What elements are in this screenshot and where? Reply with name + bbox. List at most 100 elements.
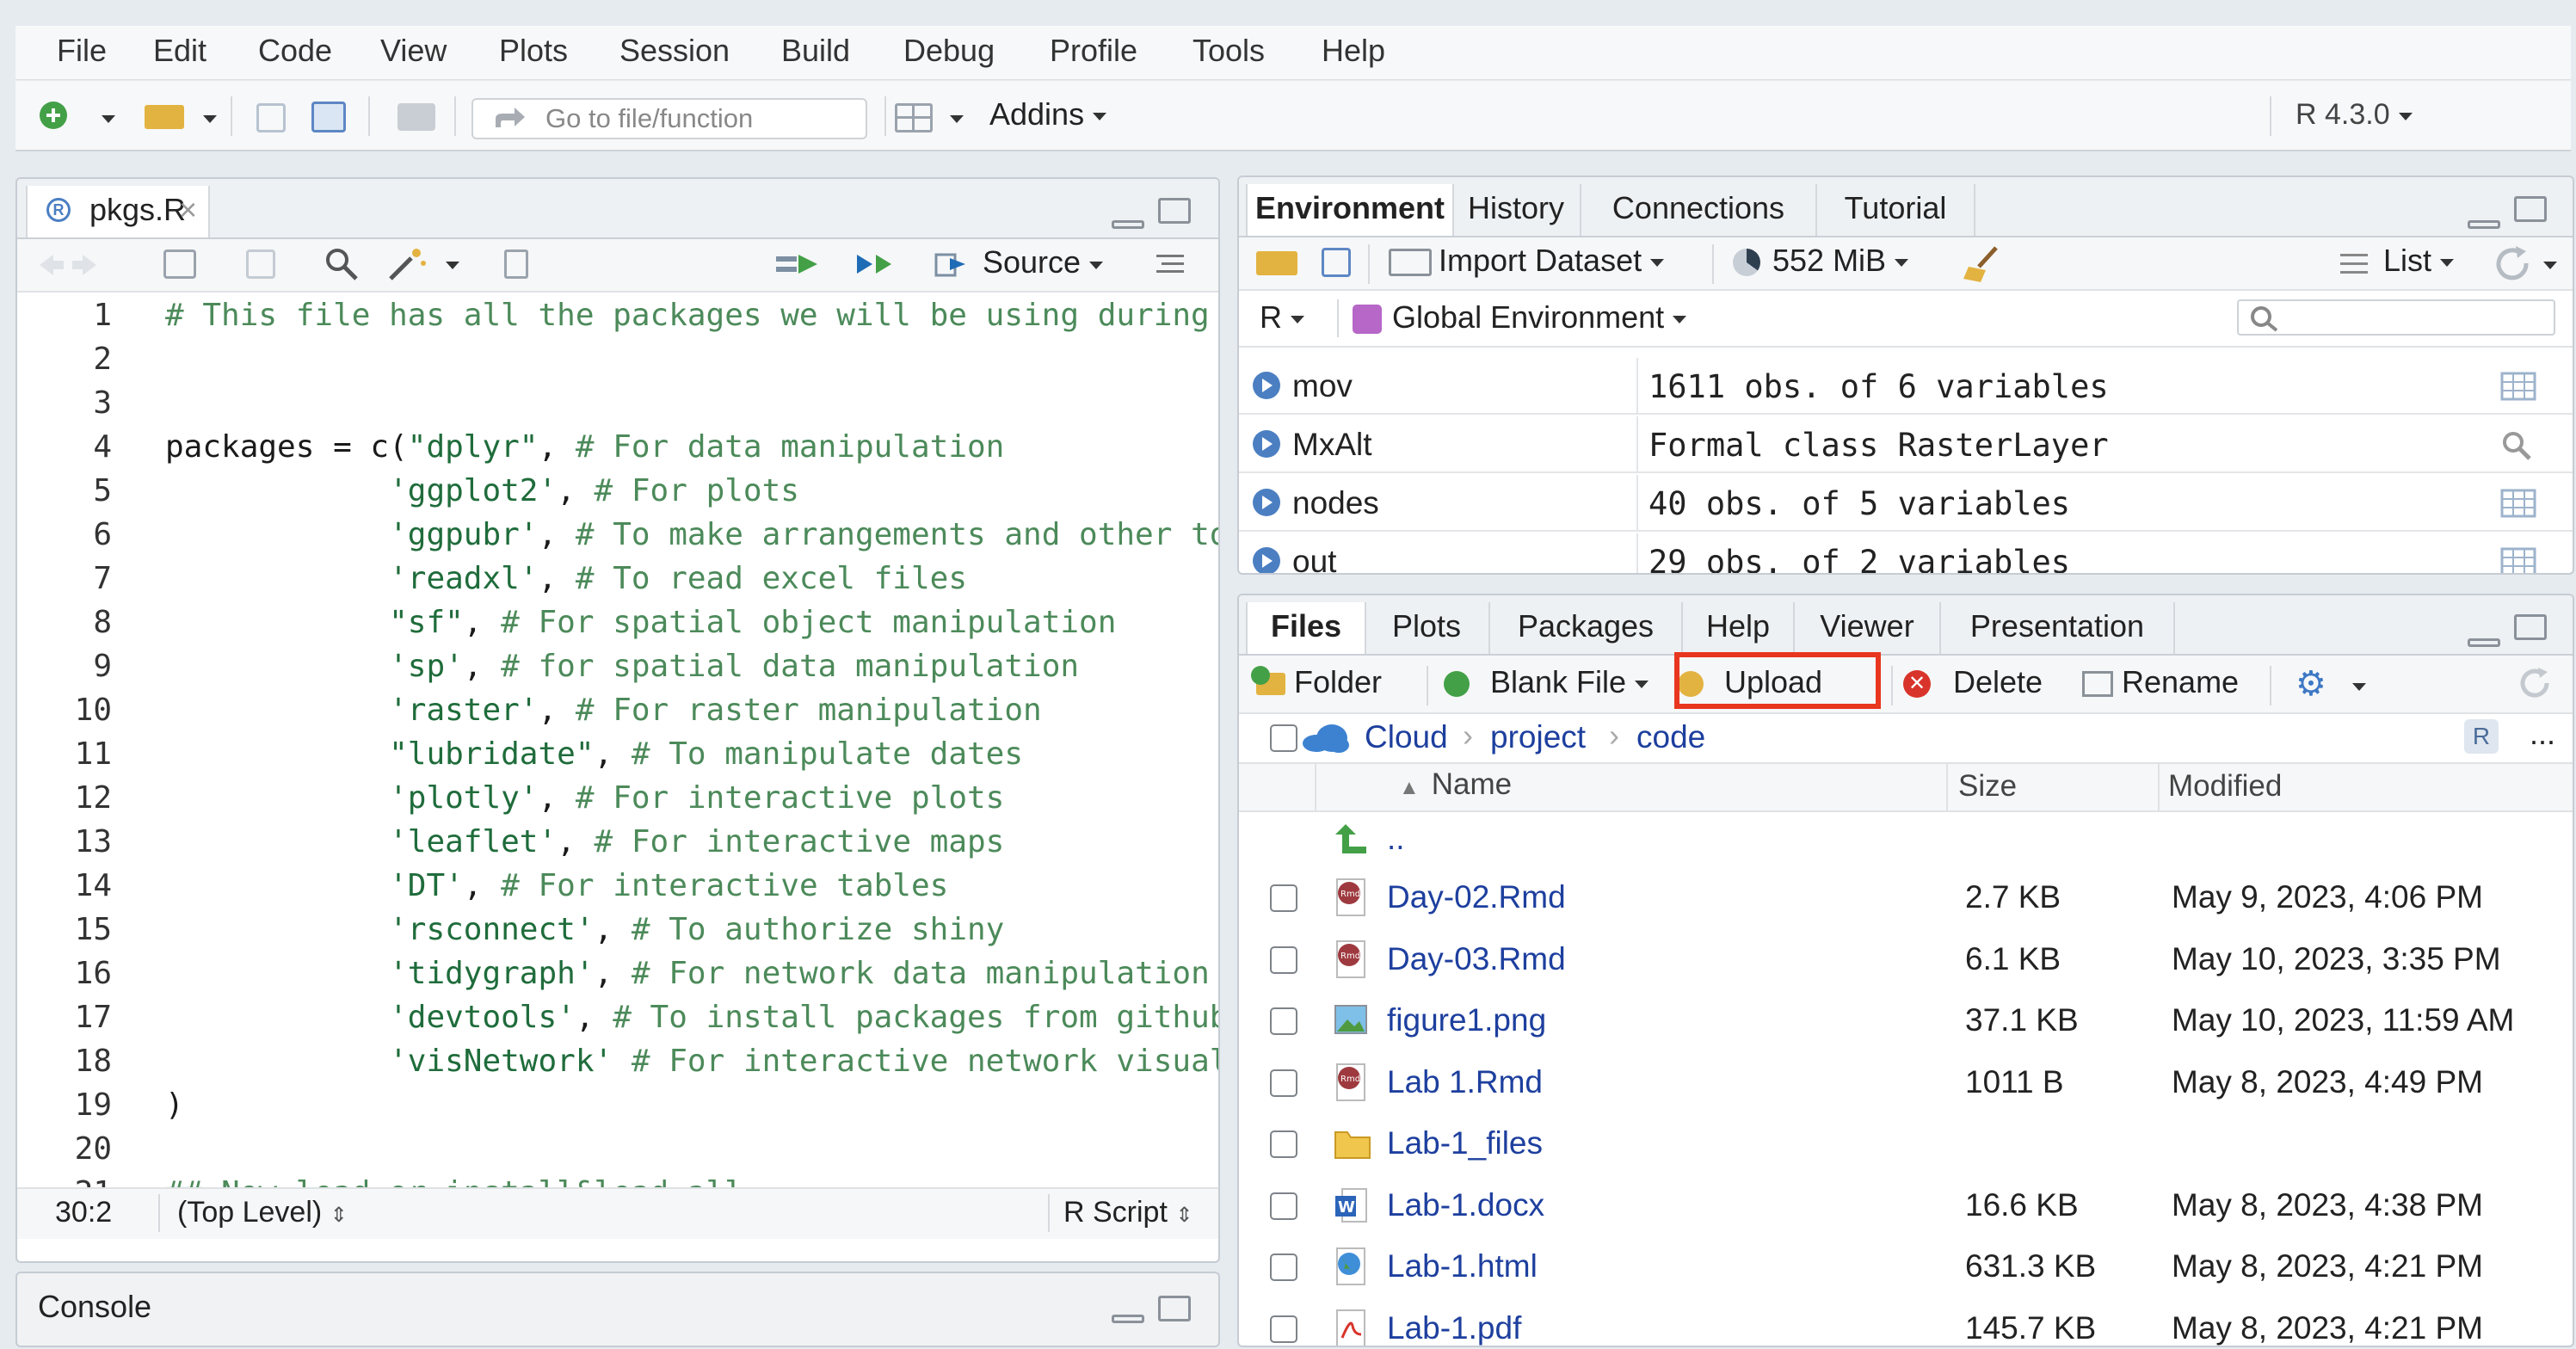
console-minimize-icon[interactable] — [1112, 1299, 1144, 1323]
delete-button[interactable]: ✕ Delete — [1903, 664, 2043, 700]
file-name-link[interactable]: Lab-1.pdf — [1387, 1310, 1521, 1346]
menu-debug[interactable]: Debug — [903, 33, 995, 69]
code-tools-wand-icon[interactable] — [385, 246, 428, 284]
close-tab-icon[interactable]: × — [179, 186, 197, 234]
file-type-selector[interactable]: R Script ⇕ — [1063, 1196, 1192, 1229]
tab-history[interactable]: History — [1452, 184, 1581, 236]
file-row[interactable]: figure1.png 37.1 KB May 10, 2023, 11:59 AM — [1239, 994, 2573, 1052]
file-checkbox[interactable] — [1270, 1069, 1297, 1097]
file-name-link[interactable]: figure1.png — [1387, 1002, 1546, 1038]
tab-tutorial[interactable]: Tutorial — [1817, 184, 1975, 236]
file-name-link[interactable]: Lab-1.html — [1387, 1248, 1538, 1284]
source-dropdown-icon[interactable] — [1089, 262, 1103, 269]
refresh-dropdown-icon[interactable] — [2543, 262, 2557, 269]
show-in-window-icon[interactable] — [163, 249, 196, 279]
save-icon[interactable] — [256, 103, 286, 132]
tab-presentation[interactable]: Presentation — [1941, 602, 2175, 654]
select-all-checkbox[interactable] — [1270, 724, 1297, 752]
back-forward-icon[interactable] — [38, 251, 98, 279]
expand-icon[interactable] — [1253, 489, 1280, 516]
expand-icon[interactable] — [1253, 430, 1280, 458]
minimize-pane-icon[interactable] — [1112, 205, 1144, 229]
file-name-link[interactable]: Day-03.Rmd — [1387, 941, 1566, 977]
view-data-grid-icon[interactable] — [2500, 489, 2536, 526]
tab-packages[interactable]: Packages — [1490, 602, 1683, 654]
goto-file-input[interactable]: Go to file/function — [471, 98, 867, 139]
new-folder-button[interactable]: Folder — [1251, 664, 1382, 700]
pane-layout-dropdown-icon[interactable] — [950, 115, 964, 123]
blank-file-button[interactable]: Blank File — [1444, 664, 1649, 700]
expand-icon[interactable] — [1253, 547, 1280, 573]
file-checkbox[interactable] — [1270, 1315, 1297, 1343]
file-name-link[interactable]: Lab-1.docx — [1387, 1187, 1544, 1223]
new-file-dropdown-icon[interactable] — [102, 115, 115, 123]
save-all-icon[interactable] — [311, 102, 346, 132]
file-checkbox[interactable] — [1270, 1254, 1297, 1281]
menu-edit[interactable]: Edit — [153, 33, 206, 69]
tab-plots[interactable]: Plots — [1365, 602, 1490, 654]
env-row[interactable]: out 29 obs. of 2 variables — [1239, 533, 2573, 573]
file-name-link[interactable]: Lab 1.Rmd — [1387, 1064, 1543, 1100]
view-data-grid-icon[interactable] — [2500, 372, 2536, 409]
file-row[interactable]: Lab-1.html 631.3 KB May 8, 2023, 4:21 PM — [1239, 1240, 2573, 1298]
file-row[interactable]: Rmd Lab 1.Rmd 1011 B May 8, 2023, 4:49 PM — [1239, 1056, 2573, 1114]
rename-button[interactable]: Rename — [2082, 664, 2239, 700]
menu-code[interactable]: Code — [258, 33, 332, 69]
file-checkbox[interactable] — [1270, 1130, 1297, 1158]
open-dropdown-icon[interactable] — [203, 115, 217, 123]
code-editor[interactable]: 1 # This file has all the packages we wil… — [17, 293, 1218, 1187]
file-row[interactable]: Rmd Day-03.Rmd 6.1 KB May 10, 2023, 3:35 PM — [1239, 933, 2573, 991]
language-selector[interactable]: R — [1260, 299, 1304, 336]
env-maximize-icon[interactable] — [2514, 196, 2547, 222]
view-object-search-icon[interactable] — [2500, 430, 2535, 469]
maximize-pane-icon[interactable] — [1158, 198, 1191, 224]
menu-plots[interactable]: Plots — [499, 33, 568, 69]
tab-pkgs-r[interactable]: R pkgs.R × — [26, 186, 210, 237]
menu-tools[interactable]: Tools — [1192, 33, 1265, 69]
file-name-link[interactable]: Day-02.Rmd — [1387, 879, 1566, 915]
run-line-icon[interactable] — [774, 251, 823, 277]
console-pane[interactable]: Console — [15, 1272, 1220, 1347]
find-replace-icon[interactable] — [324, 246, 361, 284]
tab-connections[interactable]: Connections — [1581, 184, 1817, 236]
open-folder-icon[interactable] — [145, 105, 184, 129]
file-row[interactable]: W Lab-1.docx 16.6 KB May 8, 2023, 4:38 PM — [1239, 1179, 2573, 1237]
memory-usage-button[interactable]: 552 MiB — [1733, 243, 1909, 279]
environment-selector[interactable]: Global Environment — [1353, 299, 1687, 336]
more-path-button[interactable]: ... — [2530, 716, 2555, 752]
code-tools-dropdown-icon[interactable] — [446, 262, 459, 269]
addins-menu[interactable]: Addins — [989, 96, 1107, 132]
save-workspace-icon[interactable] — [1322, 248, 1351, 277]
column-size[interactable]: Size — [1958, 769, 2017, 804]
menu-build[interactable]: Build — [781, 33, 850, 69]
tab-help[interactable]: Help — [1683, 602, 1795, 654]
menu-file[interactable]: File — [57, 33, 107, 69]
r-version-selector[interactable]: R 4.3.0 — [2296, 98, 2413, 132]
breadcrumb-project[interactable]: project — [1490, 719, 1586, 755]
files-maximize-icon[interactable] — [2514, 614, 2547, 640]
env-minimize-icon[interactable] — [2468, 205, 2500, 229]
env-row[interactable]: mov 1611 obs. of 6 variables — [1239, 358, 2573, 415]
env-row[interactable]: nodes 40 obs. of 5 variables — [1239, 475, 2573, 532]
file-row[interactable]: Lab-1.pdf 145.7 KB May 8, 2023, 4:21 PM — [1239, 1302, 2573, 1346]
file-checkbox[interactable] — [1270, 884, 1297, 912]
env-search-input[interactable] — [2237, 299, 2555, 336]
menu-profile[interactable]: Profile — [1050, 33, 1137, 69]
file-row[interactable]: Lab-1_files — [1239, 1117, 2573, 1175]
env-row[interactable]: MxAlt Formal class RasterLayer — [1239, 416, 2573, 473]
view-mode-selector[interactable]: List — [2383, 243, 2455, 279]
column-modified[interactable]: Modified — [2168, 769, 2282, 804]
parent-dir-row[interactable]: .. — [1239, 812, 2573, 872]
new-file-icon[interactable] — [40, 102, 67, 129]
file-name-link[interactable]: Lab-1_files — [1387, 1125, 1543, 1161]
menu-help[interactable]: Help — [1322, 33, 1385, 69]
source-button[interactable]: Source — [933, 244, 1081, 280]
pane-layout-icon[interactable] — [895, 103, 933, 132]
print-icon[interactable] — [397, 103, 435, 131]
save-file-icon[interactable] — [246, 249, 275, 279]
project-r-icon[interactable]: R — [2464, 719, 2499, 754]
file-checkbox[interactable] — [1270, 1007, 1297, 1035]
menu-view[interactable]: View — [380, 33, 447, 69]
refresh-icon[interactable] — [2493, 244, 2533, 284]
files-refresh-icon[interactable] — [2517, 666, 2554, 702]
